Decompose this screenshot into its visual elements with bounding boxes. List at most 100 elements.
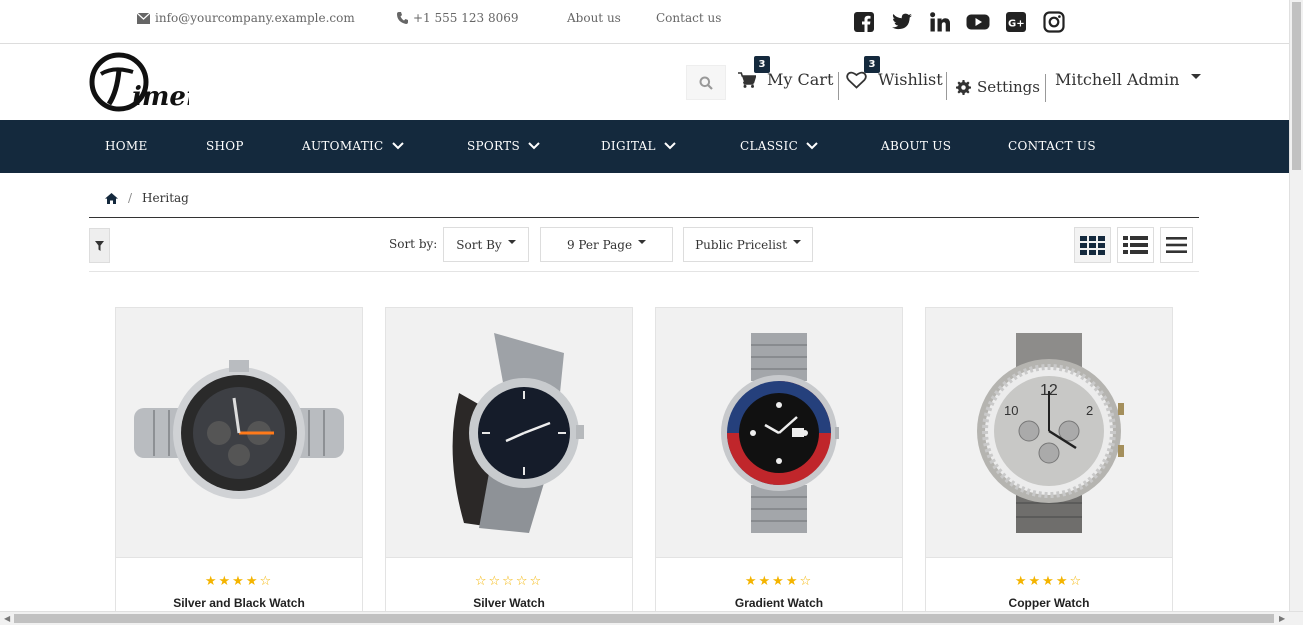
product-image[interactable]: [386, 308, 632, 558]
cart-link[interactable]: My Cart: [738, 70, 833, 89]
about-link[interactable]: About us: [567, 11, 621, 25]
top-bar: info@yourcompany.example.com +1 555 123 …: [0, 0, 1289, 44]
social-links: G+: [852, 10, 1066, 34]
grid-icon: [1080, 235, 1105, 255]
breadcrumb: / Heritag: [105, 191, 189, 205]
twitter-icon[interactable]: [890, 10, 914, 34]
email-contact[interactable]: info@yourcompany.example.com: [137, 11, 355, 25]
email-text: info@yourcompany.example.com: [155, 11, 355, 25]
product-card[interactable]: ★★★★☆ Silver and Black Watch: [115, 307, 363, 625]
product-image[interactable]: 12 10 2: [926, 308, 1172, 558]
site-header: imer My Cart 3 Wishlist 3 Settings Mitch…: [0, 44, 1289, 120]
toolbar-divider: [89, 271, 1199, 272]
sort-value: Sort By: [456, 237, 502, 252]
cart-count-badge: 3: [754, 56, 770, 73]
nav-home-label: HOME: [105, 139, 148, 153]
product-name[interactable]: Silver and Black Watch: [116, 596, 362, 610]
nav-digital[interactable]: DIGITAL: [601, 139, 676, 153]
product-image[interactable]: [116, 308, 362, 558]
product-rating: ★★★★☆: [204, 574, 274, 589]
chevron-down-icon: [391, 142, 404, 150]
heart-icon: [846, 71, 867, 89]
nav-shop[interactable]: SHOP: [206, 139, 244, 153]
envelope-icon: [137, 12, 150, 24]
breadcrumb-separator: /: [128, 191, 133, 205]
caret-down-icon: [792, 239, 801, 244]
nav-classic[interactable]: CLASSIC: [740, 139, 818, 153]
product-card[interactable]: ★★★★☆ Gradient Watch: [655, 307, 903, 625]
horizontal-scroll-thumb[interactable]: [14, 614, 1274, 623]
nav-contact-us[interactable]: CONTACT US: [1008, 139, 1096, 153]
product-image[interactable]: [656, 308, 902, 558]
divider: [946, 72, 947, 100]
menu-icon: [1166, 237, 1187, 253]
wishlist-label: Wishlist: [878, 70, 943, 89]
caret-down-icon: [1191, 74, 1202, 79]
user-name: Mitchell Admin: [1055, 70, 1180, 89]
caret-down-icon: [638, 239, 647, 244]
pricelist-dropdown[interactable]: Public Pricelist: [683, 227, 813, 262]
gear-icon: [956, 79, 971, 95]
google-plus-icon[interactable]: G+: [1004, 10, 1028, 34]
vertical-scroll-thumb[interactable]: [1292, 2, 1301, 170]
svg-text:10: 10: [1004, 403, 1018, 418]
product-card[interactable]: ☆☆☆☆☆ Silver Watch: [385, 307, 633, 625]
breadcrumb-current: Heritag: [142, 191, 189, 205]
chevron-down-icon: [806, 142, 818, 150]
phone-icon: [397, 12, 408, 24]
phone-contact[interactable]: +1 555 123 8069: [397, 11, 518, 25]
pricelist-value: Public Pricelist: [695, 237, 787, 252]
cart-label: My Cart: [767, 70, 834, 89]
nav-sports[interactable]: SPORTS: [467, 139, 540, 153]
product-card[interactable]: 12 10 2 ★★★★☆ Copper Watch: [925, 307, 1173, 625]
compact-view-button[interactable]: [1160, 227, 1193, 263]
nav-shop-label: SHOP: [206, 139, 244, 153]
phone-text: +1 555 123 8069: [413, 11, 519, 25]
home-icon[interactable]: [105, 192, 118, 204]
product-name[interactable]: Gradient Watch: [656, 596, 902, 610]
linkedin-icon[interactable]: [928, 10, 952, 34]
search-icon: [699, 76, 713, 90]
nav-classic-label: CLASSIC: [740, 139, 799, 153]
grid-view-button[interactable]: [1074, 227, 1111, 263]
instagram-icon[interactable]: [1042, 10, 1066, 34]
settings-label: Settings: [977, 78, 1040, 96]
nav-automatic-label: AUTOMATIC: [302, 139, 384, 153]
product-rating: ★★★★☆: [1014, 574, 1084, 589]
wishlist-count-badge: 3: [864, 56, 880, 73]
divider: [1045, 74, 1046, 102]
per-page-dropdown[interactable]: 9 Per Page: [540, 227, 673, 262]
product-rating: ☆☆☆☆☆: [474, 574, 544, 589]
nav-home[interactable]: HOME: [105, 139, 148, 153]
product-name[interactable]: Silver Watch: [386, 596, 632, 610]
nav-automatic[interactable]: AUTOMATIC: [302, 139, 404, 153]
scroll-right-arrow[interactable]: ▶: [1279, 614, 1285, 623]
svg-text:G+: G+: [1008, 19, 1025, 30]
scroll-left-arrow[interactable]: ◀: [4, 614, 10, 623]
filter-toggle-button[interactable]: [89, 228, 110, 263]
sort-by-label: Sort by:: [389, 237, 438, 251]
main-navigation: HOME SHOP AUTOMATIC SPORTS DIGITAL CLASS…: [0, 120, 1289, 173]
nav-sports-label: SPORTS: [467, 139, 520, 153]
search-button[interactable]: [686, 65, 726, 100]
sort-dropdown[interactable]: Sort By: [443, 227, 529, 262]
contact-link[interactable]: Contact us: [656, 11, 721, 25]
svg-text:2: 2: [1086, 403, 1093, 418]
user-menu[interactable]: Mitchell Admin: [1055, 70, 1202, 89]
settings-link[interactable]: Settings: [956, 78, 1040, 96]
list-view-button[interactable]: [1117, 227, 1154, 263]
chevron-down-icon: [528, 142, 540, 150]
nav-contact-label: CONTACT US: [1008, 139, 1096, 153]
youtube-icon[interactable]: [966, 10, 990, 34]
nav-digital-label: DIGITAL: [601, 139, 656, 153]
site-logo[interactable]: imer: [89, 52, 202, 114]
nav-about-us[interactable]: ABOUT US: [881, 139, 951, 153]
per-page-value: 9 Per Page: [566, 237, 633, 252]
divider: [838, 72, 839, 100]
shopping-cart-icon: [738, 71, 756, 88]
wishlist-link[interactable]: Wishlist: [846, 70, 943, 89]
product-name[interactable]: Copper Watch: [926, 596, 1172, 610]
product-rating: ★★★★☆: [744, 574, 814, 589]
facebook-icon[interactable]: [852, 10, 876, 34]
filter-icon: [95, 240, 104, 251]
